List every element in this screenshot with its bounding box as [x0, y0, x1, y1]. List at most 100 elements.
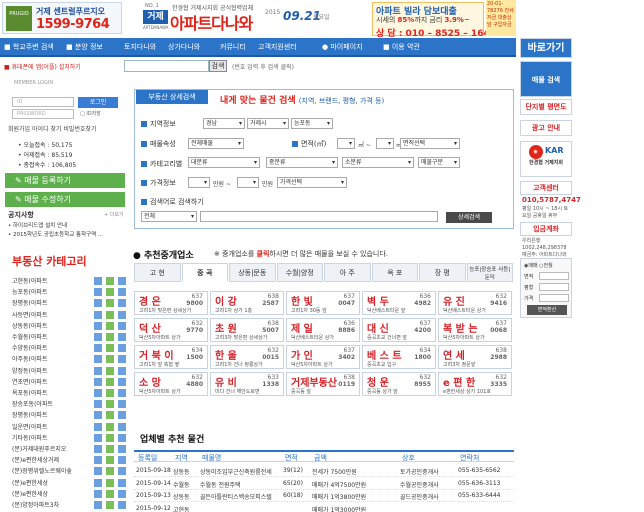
region-dong-select[interactable]: 능포동	[291, 118, 333, 129]
agency-card[interactable]: 청 운 632 8955 중곡동 상가 앞	[362, 372, 436, 396]
category-item[interactable]: (분)e편한세상	[8, 478, 126, 489]
price-min-input[interactable]	[188, 177, 210, 188]
map-icon[interactable]	[94, 310, 102, 319]
banner-ad-left[interactable]: PRUGIO 거제 센트럴푸르지오 1599-9764	[2, 2, 122, 34]
map-icon[interactable]	[94, 321, 102, 330]
info-icon[interactable]	[118, 445, 126, 453]
notice-more-link[interactable]: + 더보기	[104, 211, 124, 218]
category-item[interactable]: 일운면(아파트	[8, 422, 126, 433]
category-item[interactable]: 장평동(아파트	[8, 298, 126, 309]
number-search-button[interactable]: 검색	[209, 60, 227, 72]
price-select[interactable]: 가격선택	[277, 177, 347, 188]
area-tab[interactable]: 중 곡	[181, 263, 228, 282]
info-icon[interactable]	[118, 467, 126, 476]
map-icon[interactable]	[94, 400, 102, 409]
info-icon[interactable]	[118, 321, 126, 330]
site-logo-badge[interactable]: 거제	[143, 10, 168, 24]
info-icon[interactable]	[118, 411, 126, 420]
list-icon[interactable]	[106, 321, 114, 330]
info-icon[interactable]	[118, 433, 126, 442]
converter-area-input[interactable]	[539, 272, 569, 280]
register-property-button[interactable]: ✎ 매물 등록하기	[5, 173, 125, 188]
area-min-input[interactable]	[337, 138, 355, 149]
area-tab[interactable]: 아 주	[324, 263, 371, 282]
category-item[interactable]: (분)장평위렐노르웨이숲	[8, 466, 126, 477]
nav-school-search[interactable]: ■ 학교주변 검색	[4, 38, 54, 57]
nav-terms[interactable]: ■ 이용 약관	[383, 38, 420, 57]
category-item[interactable]: (분)거제대원푸르지오	[8, 444, 126, 455]
map-icon[interactable]	[94, 344, 102, 353]
list-icon[interactable]	[106, 389, 114, 397]
property-type-select[interactable]: 전체매물	[188, 138, 244, 149]
map-icon[interactable]	[94, 478, 102, 487]
category-item[interactable]: 수월동(아파트	[8, 332, 126, 343]
map-icon[interactable]	[94, 445, 102, 453]
detail-search-button[interactable]: 상세검색	[446, 212, 492, 223]
area-tab[interactable]: 상동|문동	[229, 263, 276, 282]
map-icon[interactable]	[94, 467, 102, 476]
notice-item[interactable]: • 2015학년도 공립초등학교 통학구역 …	[8, 230, 104, 238]
map-icon[interactable]	[94, 277, 102, 285]
info-icon[interactable]	[118, 288, 126, 297]
listing-row[interactable]: 2015-09-13 상동동 골든아틀란티스백송모피스텔 60(18) 매매가 1억38…	[134, 490, 514, 502]
map-icon[interactable]	[94, 333, 102, 341]
member-links[interactable]: 회원가입 아이디 찾기 비밀번호찾기	[8, 124, 97, 133]
agency-card[interactable]: 경 은 637 9800 고려1차 맞은편 상세상가	[134, 291, 208, 315]
category-minor-select[interactable]: 소분류	[342, 157, 414, 168]
info-icon[interactable]	[118, 277, 126, 285]
map-icon[interactable]	[94, 366, 102, 375]
info-icon[interactable]	[118, 377, 126, 386]
agency-card[interactable]: 벽 두 636 4982 덕산베스트타운 앞	[362, 291, 436, 315]
login-button[interactable]: 로그인	[78, 97, 118, 108]
category-item[interactable]: 장평동(아파트	[8, 410, 126, 421]
agency-card[interactable]: 유 비 633 1338 미다 건너 해안도로변	[210, 372, 284, 396]
list-icon[interactable]	[106, 333, 114, 341]
list-icon[interactable]	[106, 344, 114, 353]
info-icon[interactable]	[118, 456, 126, 465]
info-icon[interactable]	[118, 400, 126, 409]
agency-card[interactable]: 복 받 는 637 0068 덕산5차아파트 상가	[438, 318, 512, 342]
detail-search-tab[interactable]: 부동산 상세검색	[136, 90, 208, 104]
list-icon[interactable]	[106, 299, 114, 308]
agency-card[interactable]: 베 스 트 634 1800 중곡초교 입구	[362, 345, 436, 369]
notice-item[interactable]: • 하이브리드앱 설치 안내	[8, 221, 67, 229]
quick-association[interactable]: ◉ KAR 한경협 거제지회	[520, 141, 572, 177]
banner-ad-loan[interactable]: 아파트 빌라 담보대출 시세의 85%까지 금리 3.9%~ 상 담 : 010…	[372, 2, 496, 39]
list-icon[interactable]	[106, 489, 114, 498]
category-item[interactable]: 기타동(아파트	[8, 433, 126, 444]
region-province-select[interactable]: 경남	[203, 118, 245, 129]
category-item[interactable]: 옥포동(아파트	[8, 388, 126, 399]
category-mid-select[interactable]: 중분류	[266, 157, 338, 168]
agency-card[interactable]: 덕 산 632 9770 덕산5차아파트 상가	[134, 318, 208, 342]
agency-card[interactable]: 이 강 638 2587 고려1차 상가 1층	[210, 291, 284, 315]
category-item[interactable]: 아주동(아파트	[8, 354, 126, 365]
list-icon[interactable]	[106, 366, 114, 375]
quick-account[interactable]: 입금계좌	[520, 222, 572, 236]
info-icon[interactable]	[118, 299, 126, 308]
list-icon[interactable]	[106, 456, 114, 465]
modify-property-button[interactable]: ✎ 매물 수정하기	[5, 192, 125, 207]
map-icon[interactable]	[94, 456, 102, 465]
list-icon[interactable]	[106, 478, 114, 487]
region-city-select[interactable]: 거제시	[247, 118, 289, 129]
info-icon[interactable]	[118, 333, 126, 341]
nav-store[interactable]: 상가다나와	[168, 38, 200, 57]
category-kind-select[interactable]: 매물구분	[418, 157, 460, 168]
login-password-input[interactable]: PASSWORD	[12, 109, 74, 119]
agency-card[interactable]: 한 울 632 0015 고려1차 건너 청룡상가	[210, 345, 284, 369]
category-item[interactable]: 장승포동(아파트	[8, 399, 126, 410]
map-icon[interactable]	[94, 377, 102, 386]
list-icon[interactable]	[106, 400, 114, 409]
category-item[interactable]: 연초면(아파트	[8, 377, 126, 388]
list-icon[interactable]	[106, 501, 114, 509]
area-tab[interactable]: 장 평	[419, 263, 466, 282]
agency-card[interactable]: 한 빛 637 0047 고려1차 30동 앞	[286, 291, 360, 315]
quick-floor-plan[interactable]: 단지별 평면도	[520, 99, 572, 115]
keyword-scope-select[interactable]: 전체	[141, 211, 197, 222]
agency-card[interactable]: 소 망 632 4880 덕산5차아파트 상가	[134, 372, 208, 396]
list-icon[interactable]	[106, 445, 114, 453]
app-install-link[interactable]: ■ 휴대폰에 앱(어플) 설치하기	[4, 62, 81, 71]
map-icon[interactable]	[94, 288, 102, 297]
map-icon[interactable]	[94, 501, 102, 509]
map-icon[interactable]	[94, 299, 102, 308]
